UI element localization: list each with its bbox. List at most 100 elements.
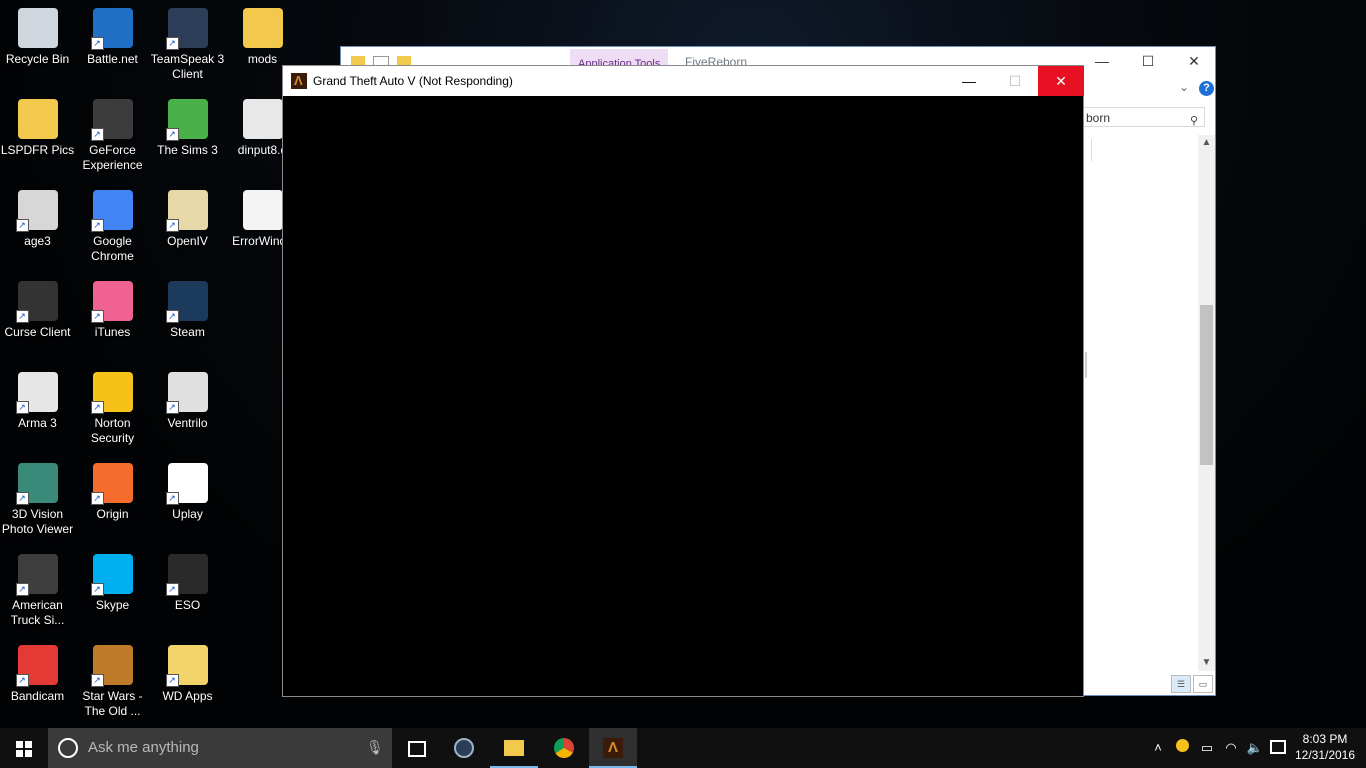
gta-close-button[interactable]: ✕ [1038,66,1084,96]
desktop-icon-label: Origin [96,507,129,521]
desktop-icon[interactable]: ↗ Google Chrome [75,184,150,272]
arma-icon: ↗ [15,372,58,414]
action-center-icon[interactable] [1270,740,1286,754]
desktop-icon[interactable]: ↗ Uplay [150,457,225,545]
desktop-icon[interactable]: ↗ TeamSpeak 3 Client [150,2,225,90]
desktop-icon[interactable]: ↗ iTunes [75,275,150,363]
desktop-icon[interactable]: ↗ Norton Security [75,366,150,454]
desktop-icon[interactable]: ↗ Ventrilo [150,366,225,454]
volume-icon[interactable]: 🔈 [1244,728,1266,768]
norton-tray-icon[interactable] [1172,728,1192,768]
desktop-icon[interactable]: ↗ Star Wars - The Old ... [75,639,150,727]
shortcut-arrow-icon: ↗ [15,583,29,596]
steam-icon: ↗ [165,281,208,323]
pane-splitter[interactable] [1085,352,1087,378]
scroll-down-icon[interactable]: ▼ [1198,655,1215,671]
clock-time: 8:03 PM [1302,732,1348,746]
openiv-icon: ↗ [165,190,208,232]
teamspeak-taskbar-button[interactable] [440,728,488,768]
gta-window-title: Grand Theft Auto V (Not Responding) [313,74,513,88]
swtor-icon: ↗ [90,645,133,687]
windows-logo-icon [16,741,32,757]
clock[interactable]: 8:03 PM 12/31/2016 [1292,731,1358,763]
desktop-icon-label: iTunes [94,325,131,339]
desktop-icon[interactable]: ↗ American Truck Si... [0,548,75,636]
desktop-icon[interactable]: LSPDFR Pics [0,93,75,181]
microphone-icon[interactable]: 🎙 [366,739,384,756]
file-explorer-taskbar-button[interactable] [490,728,538,768]
age3-icon: ↗ [15,190,58,232]
gta-titlebar[interactable]: Grand Theft Auto V (Not Responding) — ☐ … [283,66,1084,96]
show-hidden-icons-button[interactable]: ˄ [1148,728,1168,768]
desktop-icon[interactable]: ↗ Skype [75,548,150,636]
desktop-icon[interactable]: ↗ Arma 3 [0,366,75,454]
desktop-icon[interactable]: Recycle Bin [0,2,75,90]
desktop-icon-label: The Sims 3 [157,143,218,157]
desktop-icon[interactable]: ↗ 3D Vision Photo Viewer [0,457,75,545]
wd-apps-icon: ↗ [165,645,208,687]
desktop-icon[interactable]: ↗ age3 [0,184,75,272]
details-view-icon[interactable]: ☰ [1171,675,1191,693]
scroll-up-icon[interactable]: ▲ [1198,135,1215,151]
desktop-icon-label: Curse Client [4,325,71,339]
desktop-icon[interactable]: ↗ The Sims 3 [150,93,225,181]
desktop-icon[interactable]: ↗ WD Apps [150,639,225,727]
explorer-search-value: born [1086,111,1111,125]
large-icons-view-icon[interactable]: ▭ [1193,675,1213,693]
folder-icon [242,8,283,48]
shortcut-arrow-icon: ↗ [165,37,179,50]
desktop-icon-label: OpenIV [167,234,208,248]
desktop-icon-label: Google Chrome [91,234,134,263]
desktop-icon[interactable]: ↗ GeForce Experience [75,93,150,181]
chrome-icon: ↗ [90,190,133,232]
cortana-search-box[interactable]: Ask me anything 🎙 [48,728,392,768]
desktop-icon-label: Steam [170,325,205,339]
explorer-minimize-button[interactable]: — [1079,47,1125,77]
chevron-down-icon[interactable]: ⌄ [1179,80,1189,94]
gta-maximize-button[interactable]: ☐ [992,66,1038,96]
explorer-maximize-button[interactable]: ☐ [1125,47,1171,77]
desktop-icon[interactable]: ↗ Bandicam [0,639,75,727]
gta-app-icon: Λ [603,738,623,758]
task-view-button[interactable] [392,728,440,768]
norton-icon: ↗ [90,372,133,414]
clock-date: 12/31/2016 [1294,748,1356,762]
geforce-icon: ↗ [90,99,133,141]
gta-taskbar-button[interactable]: Λ [589,728,637,768]
uplay-icon: ↗ [165,463,208,505]
shortcut-arrow-icon: ↗ [165,674,179,687]
desktop-icon-label: GeForce Experience [82,143,143,172]
desktop-icon-label: Norton Security [90,416,135,445]
battery-icon[interactable]: ▭ [1196,728,1218,768]
network-icon[interactable]: ◠ [1220,728,1242,768]
sims-icon: ↗ [165,99,208,141]
desktop-icon[interactable]: ↗ ESO [150,548,225,636]
desktop-icon-label: TeamSpeak 3 Client [150,52,225,81]
gta-content-area[interactable] [283,96,1083,696]
shortcut-arrow-icon: ↗ [15,492,29,505]
recycle-bin-icon [17,8,58,48]
help-button[interactable]: ? [1199,81,1214,96]
explorer-search-input[interactable]: born ⚲ [1083,107,1205,127]
task-view-icon [408,741,426,757]
bandicam-icon: ↗ [15,645,58,687]
gta-minimize-button[interactable]: — [946,66,992,96]
desktop-icon[interactable]: ↗ Curse Client [0,275,75,363]
desktop-icon-label: Skype [95,598,130,612]
explorer-scrollbar[interactable]: ▲ ▼ [1198,135,1215,671]
desktop-icon[interactable]: ↗ Battle.net [75,2,150,90]
explorer-close-button[interactable]: ✕ [1171,47,1217,77]
scrollbar-thumb[interactable] [1200,305,1213,465]
desktop-icon[interactable]: ↗ Origin [75,457,150,545]
start-button[interactable] [0,728,48,768]
gta-window[interactable]: Grand Theft Auto V (Not Responding) — ☐ … [282,65,1084,697]
desktop-icon-label: 3D Vision Photo Viewer [1,507,74,536]
chrome-taskbar-button[interactable] [540,728,588,768]
desktop-icon[interactable]: ↗ OpenIV [150,184,225,272]
shortcut-arrow-icon: ↗ [90,37,104,50]
desktop-icon[interactable]: ↗ Steam [150,275,225,363]
desktop-icon-label: Battle.net [87,52,138,66]
divider [1091,139,1092,161]
desktop-icon-label: Bandicam [10,689,65,703]
shortcut-arrow-icon: ↗ [165,492,179,505]
